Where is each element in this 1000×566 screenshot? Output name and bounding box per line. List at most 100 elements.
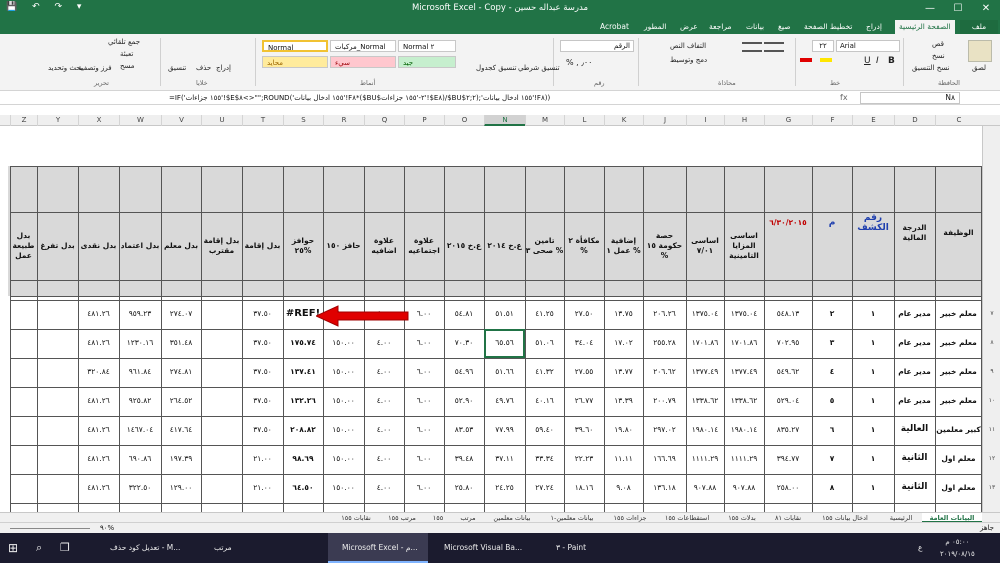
align-center-icon[interactable] — [764, 42, 784, 52]
cell-Z-row4[interactable] — [10, 387, 37, 416]
cell-K-row5[interactable]: ١٩.٨٠ — [604, 416, 643, 445]
cell-P-row5[interactable]: ٦.٠٠ — [404, 416, 444, 445]
cell-T-row2[interactable]: ٣٧.٥٠ — [242, 329, 283, 358]
search-icon[interactable]: ⌕ — [36, 533, 42, 563]
cell-I-row6[interactable]: ١١١١.٢٩ — [686, 445, 724, 474]
cell-Q-row2[interactable]: ٤.٠٠ — [364, 329, 404, 358]
tab-data[interactable]: بيانات — [742, 20, 768, 34]
start-icon[interactable]: ⊞ — [8, 533, 18, 563]
formula-input[interactable]: =IF('١٥٥ جزاءات'!$E$٨<>"";ROUND('١٥٥ ادخ… — [165, 92, 855, 104]
percent-icon[interactable]: % , ٫٠٠ — [566, 58, 592, 67]
taskbar-item-firefox[interactable]: تعديل كود حذف - M... — [96, 533, 196, 563]
cell-X-row3[interactable]: ٣٢٠.٨٤ — [78, 358, 119, 387]
cell-K-row3[interactable]: ١٣.٧٧ — [604, 358, 643, 387]
cell-E-row7[interactable]: ١ — [852, 474, 894, 503]
column-header-C[interactable]: C — [935, 115, 982, 126]
cell-N-row1[interactable]: ٥١.٥١ — [484, 300, 525, 329]
cell-M-row3[interactable]: ٤١.٣٢ — [525, 358, 564, 387]
cell-C-row5[interactable]: كبير معلمين — [935, 416, 982, 445]
style-normal2[interactable]: Normal ٢ — [398, 40, 456, 52]
column-header-Z[interactable]: Z — [10, 115, 37, 126]
cell-S-row2[interactable]: ١٧٥.٧٤ — [283, 329, 323, 358]
column-header-P[interactable]: P — [404, 115, 444, 126]
row-header[interactable]: ٧ — [983, 310, 1000, 317]
cell-U-row2[interactable] — [201, 329, 242, 358]
tab-page-layout[interactable]: تخطيط الصفحة — [800, 20, 856, 34]
cell-R-row2[interactable]: ١٥٠.٠٠ — [323, 329, 364, 358]
taskbar-item-excel[interactable]: Microsoft Excel - م... — [328, 533, 428, 563]
cell-F-row2[interactable]: ٣ — [812, 329, 852, 358]
cell-R-row7[interactable]: ١٥٠.٠٠ — [323, 474, 364, 503]
cell-X-row2[interactable]: ٤٨١.٢٦ — [78, 329, 119, 358]
wrap-text-button[interactable]: التفاف النص — [670, 42, 706, 50]
cell-E-row1[interactable]: ١ — [852, 300, 894, 329]
tab-file[interactable]: ملف — [960, 20, 998, 34]
column-header-M[interactable]: M — [525, 115, 564, 126]
find-select-button[interactable]: بحث وتحديد — [48, 64, 83, 72]
cell-V-row7[interactable]: ١٢٩.٠٠ — [161, 474, 201, 503]
cell-Y-row2[interactable] — [37, 329, 78, 358]
tab-insert[interactable]: إدراج — [862, 20, 886, 34]
cell-E-row2[interactable]: ١ — [852, 329, 894, 358]
cell-K-row7[interactable]: ٩.٠٨ — [604, 474, 643, 503]
cell-P-row1[interactable]: ٦.٠٠ — [404, 300, 444, 329]
cell-D-row1[interactable]: مدير عام — [894, 300, 935, 329]
column-header-Q[interactable]: Q — [364, 115, 404, 126]
cell-M-row5[interactable]: ٥٩.٤٠ — [525, 416, 564, 445]
copy-button[interactable]: نسخ — [932, 52, 945, 60]
name-box[interactable]: N٨ — [860, 92, 960, 104]
cell-Q-row1[interactable]: ٤.٠٠ — [364, 300, 404, 329]
cell-O-row1[interactable]: ٥٤.٨١ — [444, 300, 484, 329]
column-header-D[interactable]: D — [894, 115, 935, 126]
cell-K-row1[interactable]: ١٣.٧٥ — [604, 300, 643, 329]
cell-F-row3[interactable]: ٤ — [812, 358, 852, 387]
row-header[interactable]: ٩ — [983, 368, 1000, 375]
cell-S-row5[interactable]: ٢٠٨.٨٢ — [283, 416, 323, 445]
column-header-X[interactable]: X — [78, 115, 119, 126]
cell-C-row2[interactable]: معلم خبير — [935, 329, 982, 358]
cut-button[interactable]: قص — [932, 40, 944, 48]
cell-H-row4[interactable]: ١٣٣٨.٦٢ — [724, 387, 764, 416]
cell-H-row7[interactable]: ٩٠٧.٨٨ — [724, 474, 764, 503]
cell-Y-row4[interactable] — [37, 387, 78, 416]
cell-V-row5[interactable]: ٤١٧.٦٤ — [161, 416, 201, 445]
cell-Y-row7[interactable] — [37, 474, 78, 503]
cell-P-row2[interactable]: ٦.٠٠ — [404, 329, 444, 358]
selected-cell[interactable] — [484, 329, 525, 358]
cell-N-row3[interactable]: ٥١.٦٦ — [484, 358, 525, 387]
cell-J-row3[interactable]: ٢٠٦.٦٢ — [643, 358, 686, 387]
cell-E-row6[interactable]: ١ — [852, 445, 894, 474]
column-header-R[interactable]: R — [323, 115, 364, 126]
cell-K-row4[interactable]: ١٣.٣٩ — [604, 387, 643, 416]
cell-Q-row7[interactable]: ٤.٠٠ — [364, 474, 404, 503]
taskbar-item-vba[interactable]: Microsoft Visual Ba... — [430, 533, 540, 563]
row-header[interactable]: ١٠ — [983, 397, 1000, 404]
cell-J-row6[interactable]: ١٦٦.٦٩ — [643, 445, 686, 474]
cell-L-row6[interactable]: ٢٢.٢٣ — [564, 445, 604, 474]
fill-button[interactable]: تعبئة — [120, 50, 133, 58]
style-neutral[interactable]: محايد — [262, 56, 328, 68]
cell-K-row2[interactable]: ١٧.٠٢ — [604, 329, 643, 358]
cell-L-row1[interactable]: ٢٧.٥٠ — [564, 300, 604, 329]
cell-O-row3[interactable]: ٥٤.٩٦ — [444, 358, 484, 387]
cell-P-row3[interactable]: ٦.٠٠ — [404, 358, 444, 387]
cell-W-row7[interactable]: ٣٢٢.٥٠ — [119, 474, 161, 503]
cell-G-row6[interactable]: ٣٩٤.٧٧ — [764, 445, 812, 474]
column-header-O[interactable]: O — [444, 115, 484, 126]
task-view-icon[interactable]: ❐ — [60, 533, 70, 563]
format-cells-button[interactable]: تنسيق — [168, 64, 186, 72]
cell-M-row6[interactable]: ٣٣.٣٤ — [525, 445, 564, 474]
cell-E-row3[interactable]: ١ — [852, 358, 894, 387]
cell-U-row5[interactable] — [201, 416, 242, 445]
cell-O-row6[interactable]: ٣٩.٤٨ — [444, 445, 484, 474]
tab-acrobat[interactable]: Acrobat — [596, 20, 633, 34]
paste-button[interactable]: لصق — [972, 64, 986, 72]
cell-V-row6[interactable]: ١٩٧.٣٩ — [161, 445, 201, 474]
cell-N-row2[interactable]: ٦٥.٥٦ — [484, 329, 525, 358]
cell-Z-row2[interactable] — [10, 329, 37, 358]
align-right-icon[interactable] — [742, 42, 762, 52]
cell-H-row6[interactable]: ١١١١.٢٩ — [724, 445, 764, 474]
cell-F-row1[interactable]: ٢ — [812, 300, 852, 329]
column-header-T[interactable]: T — [242, 115, 283, 126]
style-normal[interactable]: Normal — [262, 40, 328, 52]
